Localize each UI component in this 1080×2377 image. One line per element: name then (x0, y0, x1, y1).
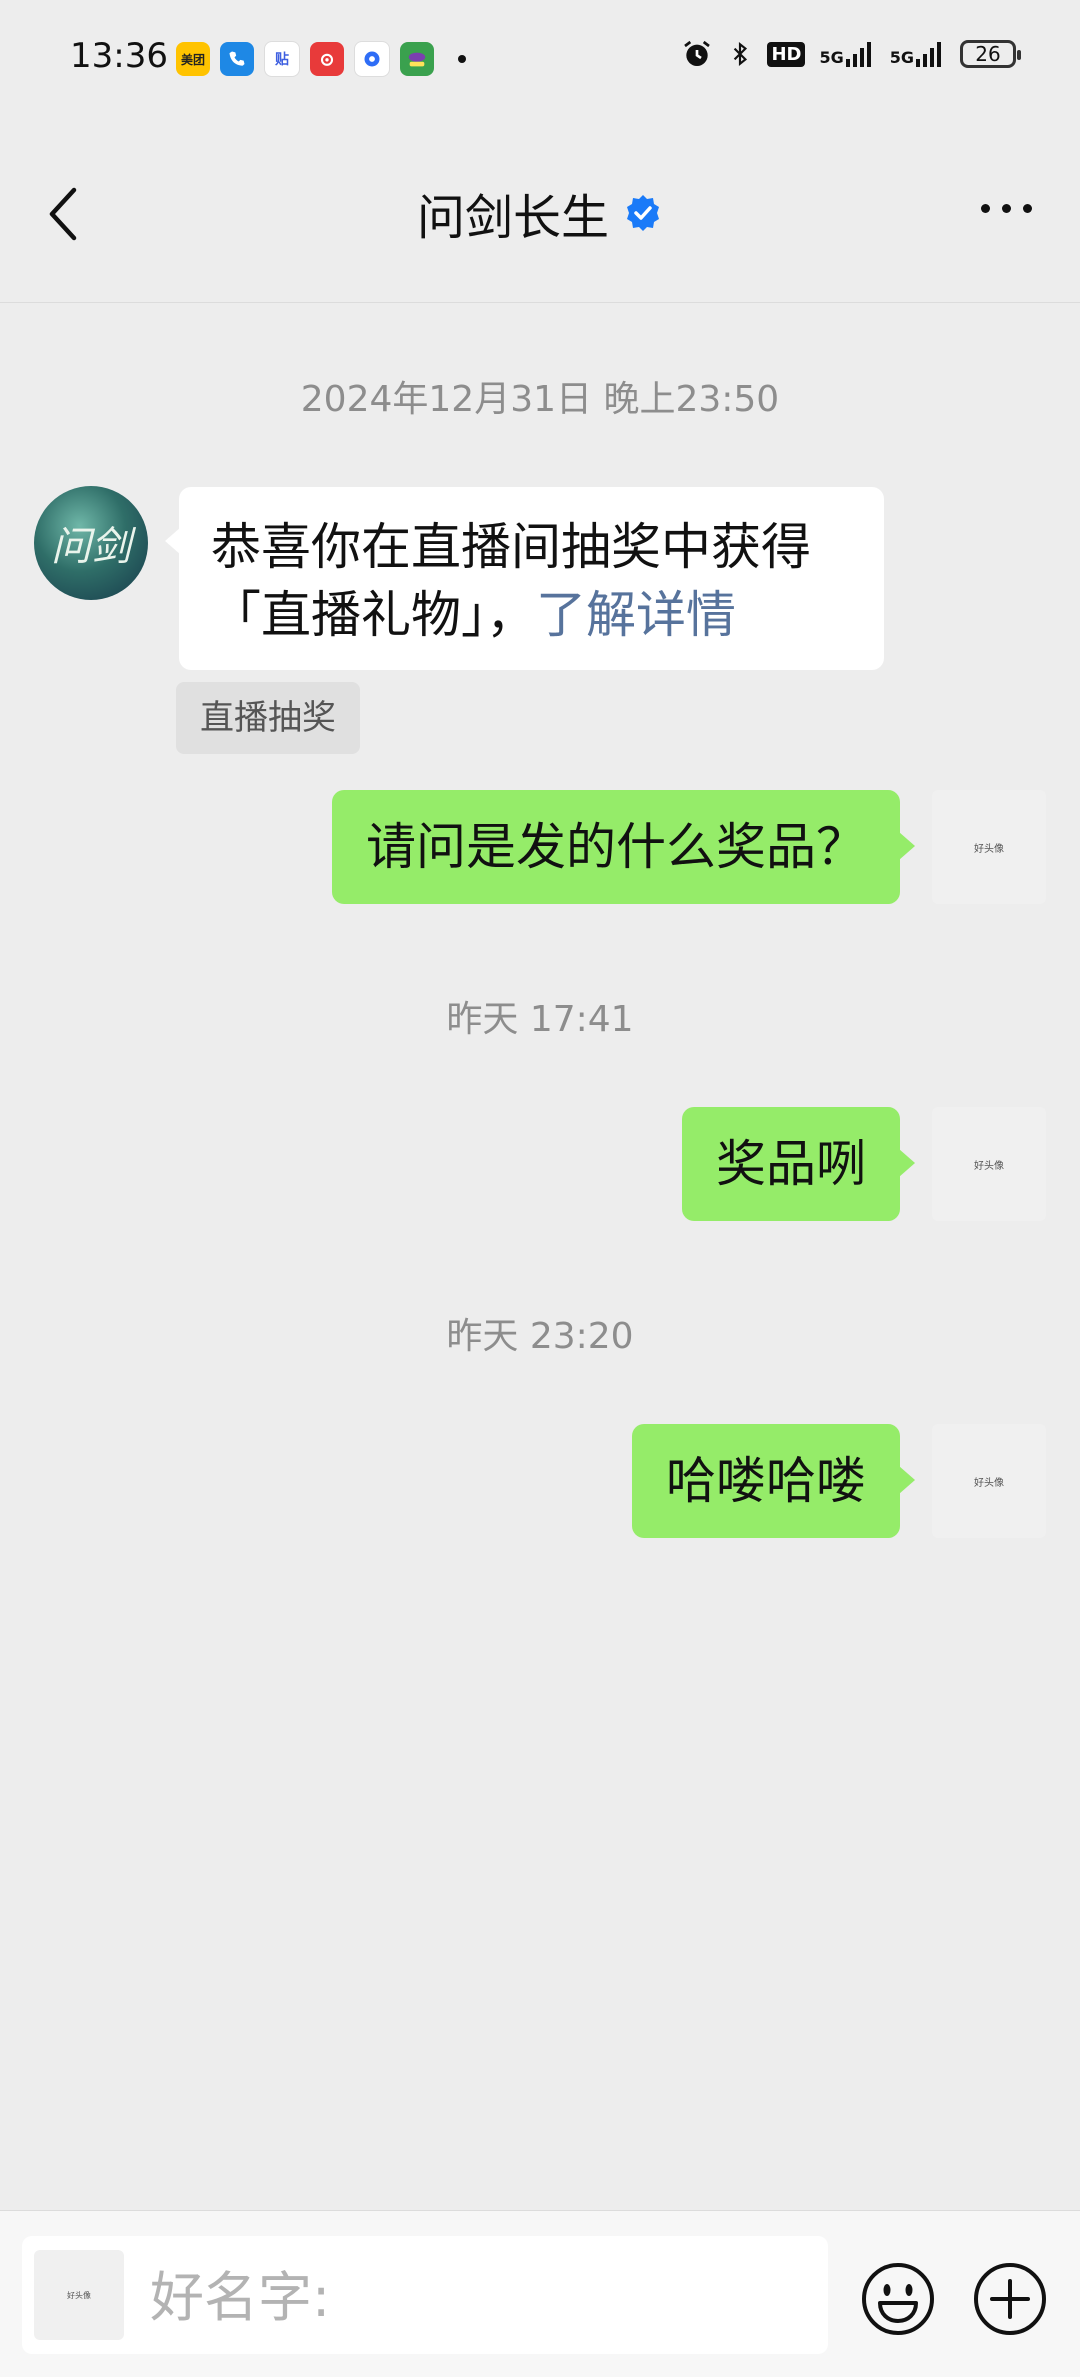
more-notifications-dot (458, 55, 466, 63)
message-input-bar: 好头像 (0, 2210, 1080, 2377)
meituan-icon: 美团 (176, 42, 210, 76)
hd-icon: HD (767, 41, 806, 67)
phone-icon (220, 42, 254, 76)
chat-title-group: 问剑长生 (0, 178, 1080, 248)
timestamp: 2024年12月31日 晚上23:50 (300, 379, 780, 420)
sender-avatar[interactable]: 问剑 (34, 486, 148, 600)
signal-5g-icon: 5G (819, 41, 875, 67)
input-container: 好头像 (22, 2236, 828, 2354)
game-app-icon (400, 42, 434, 76)
sent-message-bubble[interactable]: 请问是发的什么奖品？ (332, 790, 915, 904)
netease-music-icon (310, 42, 344, 76)
message-input[interactable] (148, 2256, 812, 2338)
status-bar: 13:36 美团 贴 HD 5G 5G 26 (0, 0, 1080, 118)
system-status: HD 5G 5G 26 (681, 38, 1021, 70)
my-avatar[interactable]: 好头像 (932, 1424, 1046, 1538)
chat-title: 问剑长生 (416, 190, 609, 246)
emoji-icon[interactable] (860, 2261, 936, 2337)
signal-5g-icon-2: 5G (890, 41, 946, 67)
more-options-icon[interactable] (981, 204, 1032, 213)
my-avatar[interactable]: 好头像 (932, 790, 1046, 904)
verified-badge-icon (627, 195, 659, 231)
browser-icon (354, 41, 390, 77)
timestamp: 昨天 23:20 (446, 1316, 634, 1357)
sent-message-bubble[interactable]: 哈喽哈喽 (632, 1424, 915, 1538)
notification-icons: 美团 贴 (176, 41, 466, 77)
input-avatar[interactable]: 好头像 (34, 2250, 124, 2340)
chat-header: 问剑长生 (0, 118, 1080, 303)
add-icon[interactable] (972, 2261, 1048, 2337)
learn-more-link[interactable]: 了解详情 (536, 586, 736, 644)
received-message-bubble[interactable]: 恭喜你在直播间抽奖中获得「直播礼物」，了解详情 (165, 487, 884, 670)
status-time: 13:36 (70, 36, 168, 76)
battery-icon: 26 (960, 40, 1021, 68)
sent-message-bubble[interactable]: 奖品咧 (682, 1107, 915, 1221)
timestamp: 昨天 17:41 (446, 999, 634, 1040)
tieba-icon: 贴 (264, 41, 300, 77)
message-tag[interactable]: 直播抽奖 (176, 682, 360, 754)
my-avatar[interactable]: 好头像 (932, 1107, 1046, 1221)
bluetooth-icon (734, 41, 748, 67)
alarm-icon (684, 40, 711, 66)
